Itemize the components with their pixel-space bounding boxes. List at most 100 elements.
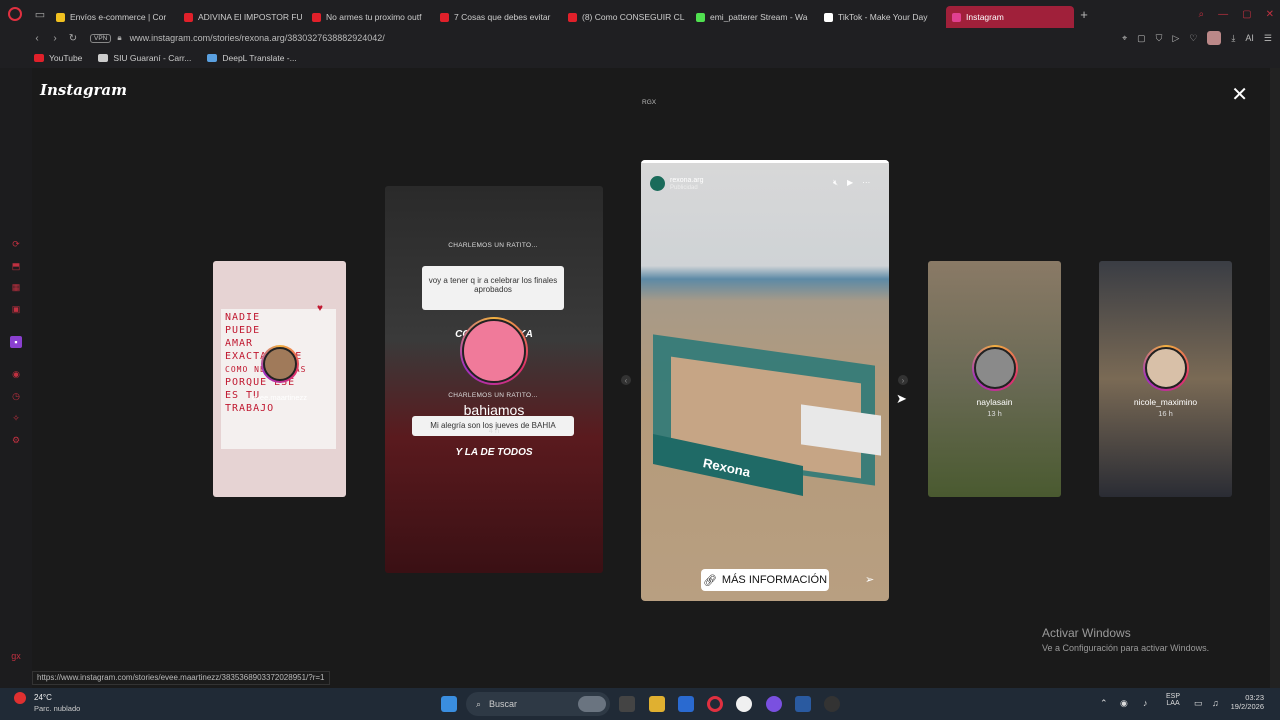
sidebar-history-icon[interactable]: ◷ (10, 390, 22, 402)
weather-temp[interactable]: 24°C (34, 693, 52, 702)
weather-desc[interactable]: Parc. nublado (34, 704, 80, 713)
weather-icon[interactable] (14, 692, 26, 704)
bookmark-0[interactable]: YouTube (34, 53, 82, 63)
clock[interactable]: 03:23 19/2/2026 (1228, 693, 1264, 711)
maximize-button[interactable]: ▢ (1242, 9, 1251, 20)
opera-menu-icon[interactable] (0, 0, 30, 28)
tab-4[interactable]: (8) Como CONSEGUIR CL (562, 6, 690, 28)
active-story[interactable]: rexona.arg Publicidad 🔇︎ ▶ ⋯ Rexona 🔗︎ M… (641, 160, 889, 601)
vscode-icon[interactable] (795, 696, 811, 712)
sidebar-twitch-icon[interactable]: ▪ (10, 336, 22, 348)
discord-icon[interactable] (766, 696, 782, 712)
reload-icon[interactable]: ↻ (64, 33, 82, 44)
account-name[interactable]: rexona.arg (670, 177, 703, 184)
account-avatar[interactable] (650, 176, 665, 191)
tab-0[interactable]: Envíos e-commerce | Cor (50, 6, 178, 28)
story-card-bahiamos[interactable]: CHARLEMOS UN RATITO... voy a tener q ir … (385, 186, 603, 573)
sidebar-aria-icon[interactable]: ⟳ (10, 238, 22, 250)
sponsored-label: Publicidad (670, 185, 698, 191)
app-icon[interactable] (824, 696, 840, 712)
sidebar-settings-icon[interactable]: ⚙ (10, 434, 22, 446)
sidebar-extensions-icon[interactable]: ✧ (10, 412, 22, 424)
window-controls: ⌕ — ▢ ✕ (1199, 0, 1274, 28)
tab-2[interactable]: No armes tu proximo outf (306, 6, 434, 28)
instagram-logo[interactable]: Instagram (40, 81, 127, 99)
story-card-evee[interactable]: NADIE PUEDE AMAR EXACTAMENTE COMO NECESI… (213, 261, 346, 497)
sidebar-gx-icon[interactable]: gx (10, 650, 22, 662)
question-header: CHARLEMOS UN RATITO... (448, 392, 538, 399)
opera-taskbar-icon[interactable] (707, 696, 723, 712)
shield-icon[interactable]: ⛉ (1156, 33, 1163, 44)
sidebar-player-icon[interactable]: ◉ (10, 368, 22, 380)
store-icon[interactable] (678, 696, 694, 712)
file-explorer-icon[interactable] (649, 696, 665, 712)
search-tabs-icon[interactable]: ⌕ (1199, 9, 1205, 20)
mute-icon[interactable]: 🔇︎ (833, 178, 838, 188)
tray-chevron-icon[interactable]: ⌃ (1100, 698, 1108, 709)
tab-favicon (440, 12, 449, 22)
prev-story-icon[interactable]: ‹ (621, 375, 631, 385)
tab-favicon (696, 12, 705, 22)
volume-icon[interactable]: ♫ (1212, 698, 1219, 708)
close-icon[interactable]: ✕ (1231, 85, 1248, 105)
minimize-button[interactable]: — (1218, 9, 1228, 20)
tab-5[interactable]: emi_patterer Stream - Wa (690, 6, 818, 28)
play-icon[interactable]: ▶ (847, 178, 853, 188)
tab-6[interactable]: TikTok - Make Your Day (818, 6, 946, 28)
app-icon[interactable] (736, 696, 752, 712)
widget-icon[interactable] (578, 696, 606, 712)
heart-icon[interactable]: ♡ (1189, 33, 1197, 44)
tab-favicon (184, 12, 193, 22)
windows-activation-notice: Activar Windows Ve a Configuración para … (1042, 626, 1210, 653)
tab-1[interactable]: ADIVINA El IMPOSTOR FU (178, 6, 306, 28)
bookmark-2[interactable]: DeepL Translate -... (207, 53, 297, 63)
sidebar-bag-icon[interactable]: ⬒ (10, 260, 22, 272)
story-controls: 🔇︎ ▶ ⋯ (833, 178, 870, 188)
pin-icon[interactable]: ⌖ (1122, 33, 1127, 44)
caption-text: Y LA DE TODOS (455, 447, 533, 458)
url-field[interactable]: www.instagram.com/stories/rexona.arg/383… (130, 33, 385, 43)
display-icon[interactable]: ▭ (1194, 698, 1203, 709)
tab-label: TikTok - Make Your Day (838, 12, 928, 22)
story-username: nicole_maximino (1133, 397, 1198, 407)
close-window-button[interactable]: ✕ (1266, 9, 1274, 20)
question-header: CHARLEMOS UN RATITO... (448, 242, 538, 249)
language-indicator[interactable]: ESP LAA (1166, 693, 1180, 707)
bookmark-favicon (207, 54, 218, 62)
tab-label: ADIVINA El IMPOSTOR FU (198, 12, 303, 22)
sidebar-mail-icon[interactable]: ▣ (10, 303, 22, 315)
story-card-naylasain[interactable]: naylasain 13 h (928, 261, 1061, 497)
tab-favicon (312, 12, 321, 22)
story-card-nicole[interactable]: nicole_maximino 16 h (1099, 261, 1232, 497)
mic-icon[interactable]: ♪ (1143, 698, 1148, 708)
bookmark-1[interactable]: SIU Guaraní - Carr... (98, 53, 191, 63)
tab-favicon (568, 12, 577, 22)
browser-tab-bar: ▭ Envíos e-commerce | Cor ADIVINA El IMPO… (0, 0, 1280, 28)
back-icon[interactable]: ‹ (28, 33, 46, 44)
bookmark-label: YouTube (49, 53, 83, 63)
bookmark-label: DeepL Translate -... (222, 53, 297, 63)
vpn-badge[interactable]: VPN (90, 33, 112, 43)
tab-list-icon[interactable]: ▭ (30, 0, 50, 28)
forward-icon[interactable]: › (46, 33, 64, 44)
sidebar-chart-icon[interactable]: ▦ (10, 281, 22, 293)
bookmark-favicon (34, 54, 44, 62)
snapshot-icon[interactable]: ▢ (1137, 33, 1146, 44)
play-icon[interactable]: ▷ (1172, 33, 1179, 44)
new-tab-button[interactable]: + (1074, 7, 1094, 22)
profile-avatar[interactable] (1207, 31, 1222, 45)
tab-7[interactable]: Instagram (946, 6, 1074, 28)
menu-icon[interactable]: ☰ (1264, 33, 1272, 44)
page-scrollbar[interactable] (1270, 68, 1280, 688)
more-info-button[interactable]: 🔗︎ MÁS INFORMACIÓN (701, 569, 829, 591)
start-button[interactable] (441, 696, 457, 712)
ai-button[interactable]: AI (1245, 33, 1254, 43)
next-story-icon[interactable]: › (898, 375, 908, 385)
task-view-icon[interactable] (619, 696, 635, 712)
tab-3[interactable]: 7 Cosas que debes evitar (434, 6, 562, 28)
network-icon[interactable]: ◉ (1120, 698, 1128, 709)
tab-label: emi_patterer Stream - Wa (710, 12, 808, 22)
more-icon[interactable]: ⋯ (862, 178, 870, 188)
share-icon[interactable]: ➢ (865, 573, 874, 586)
download-icon[interactable]: ⤓ (1231, 33, 1235, 44)
